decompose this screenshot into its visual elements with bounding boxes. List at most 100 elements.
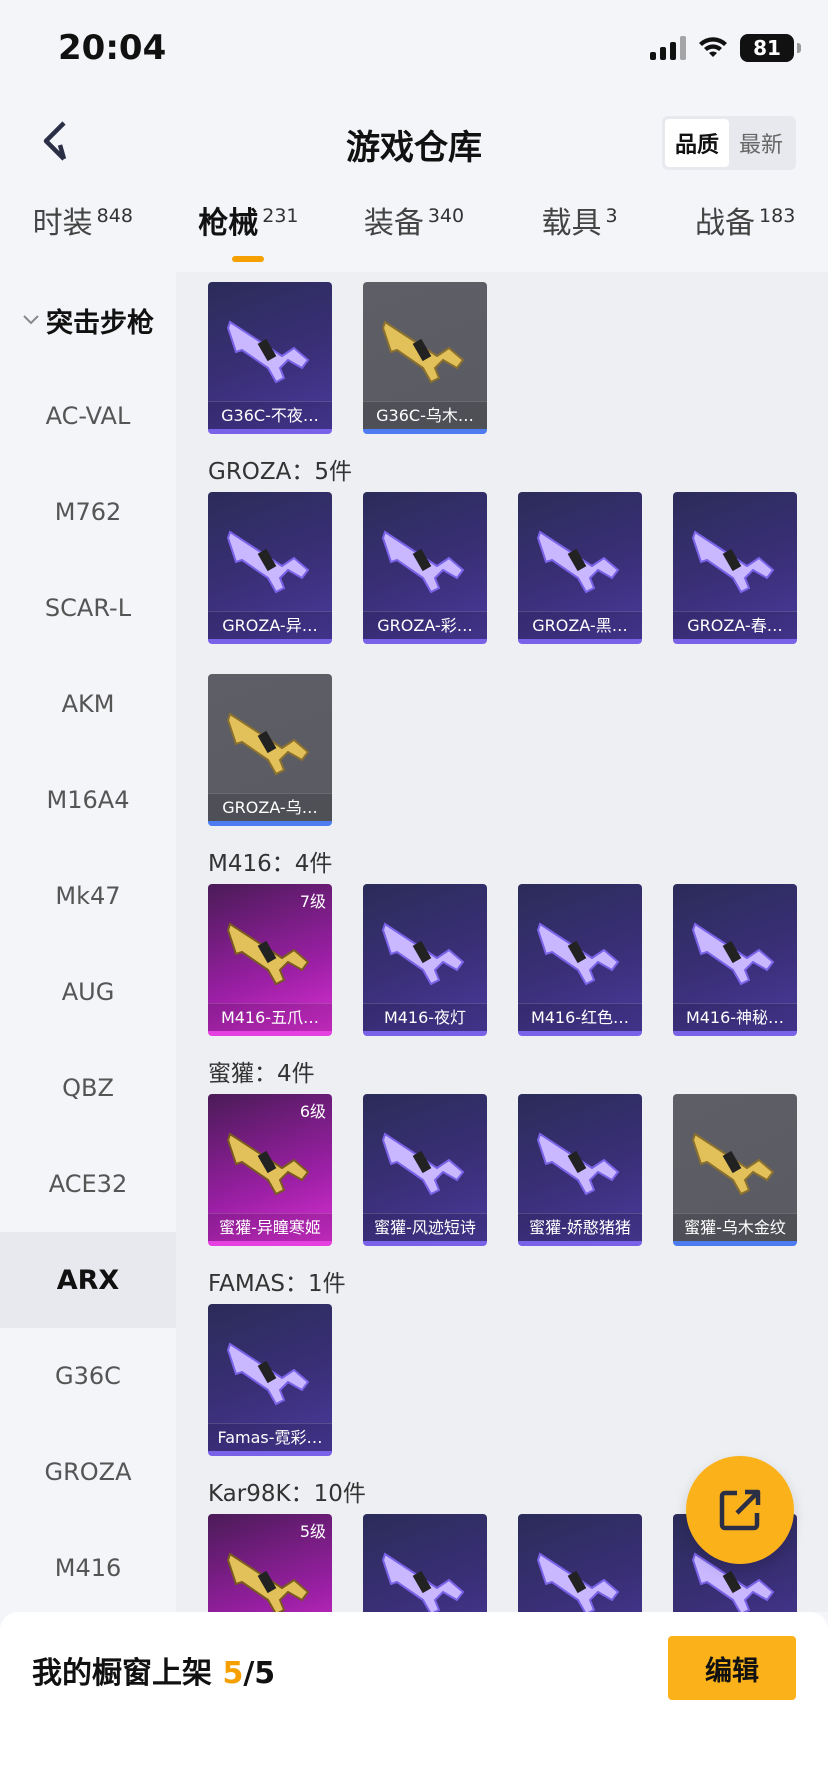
item-name: GROZA-乌…	[208, 793, 332, 821]
item-grid: G36C-不夜… G36C-乌木… GROZA：5件 GROZA-异… GROZA-彩……	[176, 272, 828, 1612]
sidebar-item[interactable]: AUG	[0, 944, 176, 1040]
weapon-icon	[536, 922, 620, 986]
item-card[interactable]: M416-神秘…	[673, 884, 797, 1036]
weapon-icon	[381, 530, 465, 594]
item-card[interactable]: GROZA-异…	[208, 492, 332, 644]
tab-label: 时装	[32, 206, 93, 241]
status-bar: 20:04 81	[0, 0, 828, 100]
item-name: 蜜獾-娇憨猪猪	[518, 1213, 642, 1241]
tab-count: 3	[605, 205, 618, 227]
item-name: G36C-不夜…	[208, 401, 332, 429]
weapon-icon	[381, 1132, 465, 1196]
sidebar-item[interactable]: AKM	[0, 656, 176, 752]
weapon-icon	[691, 1132, 775, 1196]
tab-count: 231	[262, 205, 299, 227]
item-card[interactable]: Famas-霓彩…	[208, 1304, 332, 1456]
item-card[interactable]	[363, 1514, 487, 1612]
weapon-icon	[226, 922, 310, 986]
item-card[interactable]: GROZA-彩…	[363, 492, 487, 644]
category-tabs: 时装 848 枪械 231 装备 340 载具 3 战备 183	[0, 198, 828, 268]
battery-icon: 81	[740, 34, 801, 62]
weapon-icon	[691, 922, 775, 986]
tab-vehicles[interactable]: 载具 3	[497, 198, 663, 268]
tab-label: 枪械	[198, 206, 259, 241]
item-card[interactable]: 蜜獾-娇憨猪猪	[518, 1094, 642, 1246]
weapon-icon	[536, 1552, 620, 1612]
tab-count: 183	[759, 205, 796, 227]
group-title: 蜜獾：4件	[208, 1061, 315, 1087]
header: 游戏仓库 品质 最新	[0, 100, 828, 180]
showcase-current: 5	[222, 1656, 244, 1691]
sidebar-item[interactable]: GROZA	[0, 1424, 176, 1520]
weapon-icon	[226, 1552, 310, 1612]
tab-count: 340	[427, 205, 465, 227]
item-card[interactable]: GROZA-春…	[673, 492, 797, 644]
item-name: M416-五爪…	[208, 1003, 332, 1031]
weapon-sidebar: 突击步枪 AC-VAL M762 SCAR-L AKM M16A4 Mk47 A…	[0, 272, 176, 1612]
item-card[interactable]: 蜜獾-乌木金纹	[673, 1094, 797, 1246]
tab-firearms[interactable]: 枪械 231	[166, 198, 332, 268]
status-icons: 81	[650, 34, 801, 62]
tab-label: 战备	[695, 206, 756, 241]
sidebar-item[interactable]: ACE32	[0, 1136, 176, 1232]
sort-toggle: 品质 最新	[661, 116, 796, 170]
weapon-icon	[381, 1552, 465, 1612]
sidebar-category-label: 突击步枪	[46, 307, 154, 339]
sidebar-item[interactable]: AC-VAL	[0, 368, 176, 464]
sidebar-item[interactable]: M16A4	[0, 752, 176, 848]
item-name: 蜜獾-风迹短诗	[363, 1213, 487, 1241]
item-name: M416-夜灯	[363, 1003, 487, 1031]
edit-button[interactable]: 编辑	[668, 1636, 796, 1700]
group-title: GROZA：5件	[208, 459, 353, 485]
sidebar-item[interactable]: G36C	[0, 1328, 176, 1424]
item-name: GROZA-黑…	[518, 611, 642, 639]
sidebar-item-active[interactable]: ARX	[0, 1232, 176, 1328]
item-card[interactable]: G36C-不夜…	[208, 282, 332, 434]
wifi-icon	[699, 37, 727, 57]
sidebar-item[interactable]: M416	[0, 1520, 176, 1616]
weapon-icon	[536, 1132, 620, 1196]
item-card[interactable]: M416-红色…	[518, 884, 642, 1036]
weapon-icon	[691, 530, 775, 594]
item-name: M416-神秘…	[673, 1003, 797, 1031]
tab-equipment[interactable]: 装备 340	[331, 198, 497, 268]
item-card[interactable]	[518, 1514, 642, 1612]
item-name: 蜜獾-乌木金纹	[673, 1213, 797, 1241]
sidebar-item[interactable]: SCAR-L	[0, 560, 176, 656]
item-card[interactable]: M416-夜灯	[363, 884, 487, 1036]
sidebar-item[interactable]: Mk47	[0, 848, 176, 944]
item-name: GROZA-异…	[208, 611, 332, 639]
sort-newest-button[interactable]: 最新	[729, 119, 793, 167]
share-button[interactable]	[686, 1456, 794, 1564]
sort-quality-button[interactable]: 品质	[664, 119, 729, 167]
item-name: 蜜獾-异瞳寒姬	[208, 1213, 332, 1241]
tab-fashion[interactable]: 时装 848	[0, 198, 166, 268]
showcase-label: 我的橱窗上架	[32, 1656, 212, 1691]
item-card[interactable]: GROZA-乌…	[208, 674, 332, 826]
tab-supplies[interactable]: 战备 183	[662, 198, 828, 268]
sidebar-item[interactable]: QBZ	[0, 1040, 176, 1136]
tab-label: 装备	[363, 206, 424, 241]
weapon-icon	[226, 320, 310, 384]
item-card[interactable]: 7级 M416-五爪…	[208, 884, 332, 1036]
weapon-icon	[226, 530, 310, 594]
item-card[interactable]: 5级	[208, 1514, 332, 1612]
share-icon	[719, 1489, 761, 1531]
item-card[interactable]: 6级 蜜獾-异瞳寒姬	[208, 1094, 332, 1246]
item-card[interactable]: 蜜獾-风迹短诗	[363, 1094, 487, 1246]
tab-count: 848	[96, 205, 133, 227]
tab-active-indicator	[232, 256, 265, 262]
item-card[interactable]: GROZA-黑…	[518, 492, 642, 644]
weapon-icon	[226, 712, 310, 776]
sidebar-item[interactable]: M762	[0, 464, 176, 560]
weapon-icon	[536, 530, 620, 594]
showcase-status: 我的橱窗上架 5/5	[32, 1648, 275, 1692]
item-card[interactable]: G36C-乌木…	[363, 282, 487, 434]
tab-label: 载具	[541, 206, 602, 241]
group-title: M416：4件	[208, 851, 333, 877]
weapon-icon	[381, 320, 465, 384]
weapon-icon	[226, 1132, 310, 1196]
item-name: Famas-霓彩…	[208, 1423, 332, 1451]
chevron-down-icon	[23, 315, 39, 325]
sidebar-category-assault-rifle[interactable]: 突击步枪	[0, 272, 176, 368]
